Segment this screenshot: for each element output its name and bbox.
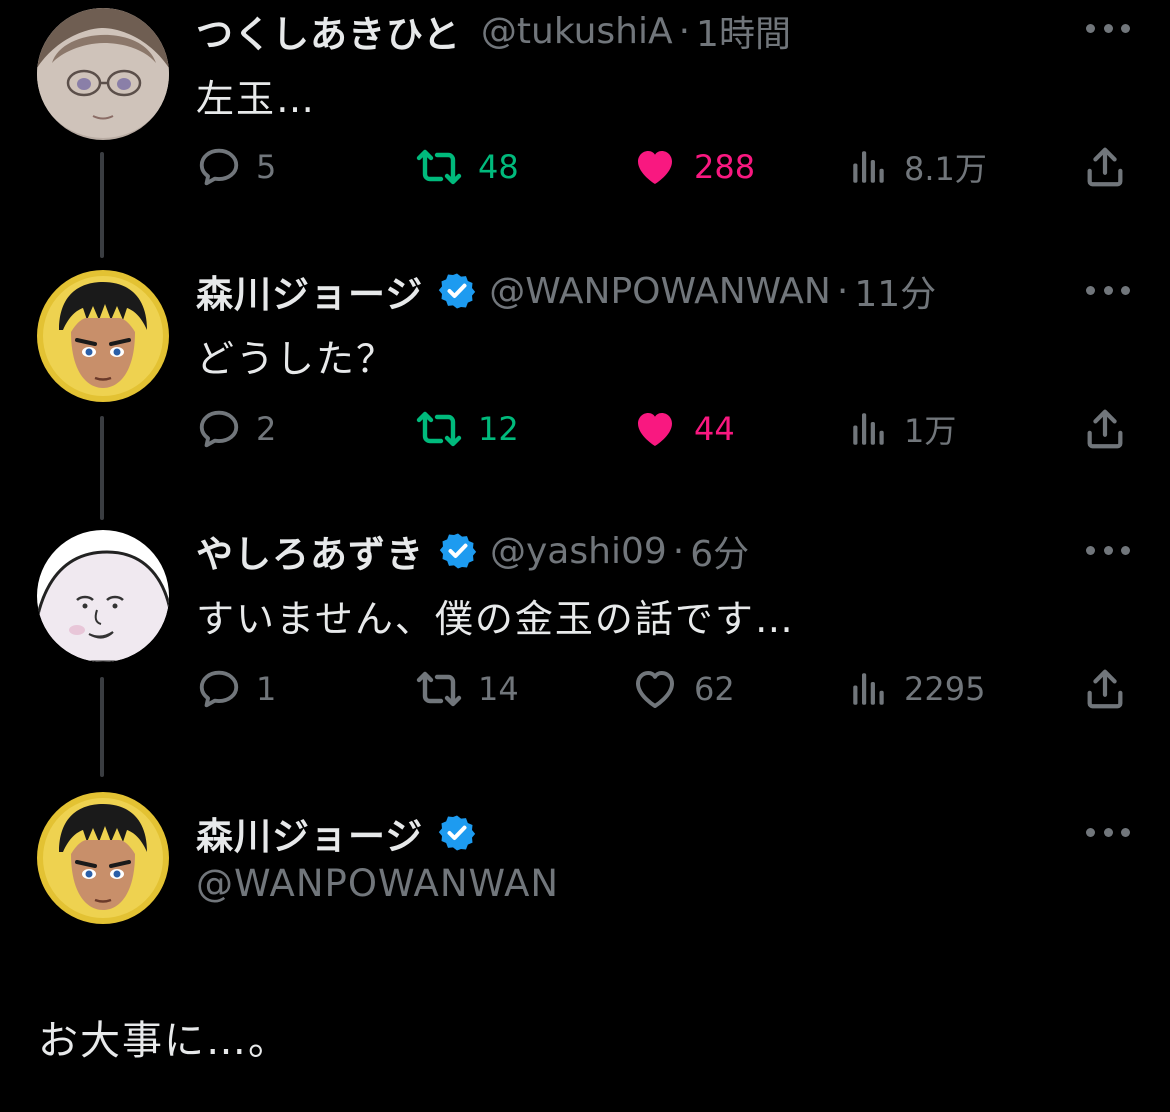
more-options-icon[interactable]	[1086, 826, 1130, 838]
timestamp[interactable]: 11分	[854, 265, 936, 317]
avatar[interactable]	[37, 270, 169, 402]
timestamp[interactable]: 1時間	[696, 5, 791, 57]
separator-dot: ·	[836, 270, 849, 312]
reply-icon	[196, 406, 242, 452]
reply-tweet[interactable]: やしろあずき @yashi09 · 6分 すいません、僕の金玉の話です… 1 1…	[0, 522, 1170, 780]
views-count: 1万	[904, 412, 957, 450]
share-button[interactable]	[1082, 404, 1128, 454]
tweet-header: つくしあきひと @tukushiA · 1時間	[196, 4, 791, 58]
share-button[interactable]	[1082, 664, 1128, 714]
retweet-count: 48	[478, 148, 519, 186]
views-count: 8.1万	[904, 150, 987, 188]
views-button[interactable]: 1万	[848, 404, 956, 454]
reply-count: 5	[256, 148, 277, 186]
reply-tweet[interactable]: つくしあきひと @tukushiA · 1時間 左玉… 5 48 288 8.1…	[0, 0, 1170, 258]
tweet-text: すいません、僕の金玉の話です…	[196, 597, 795, 641]
heart-filled-icon	[630, 143, 680, 191]
views-button[interactable]: 2295	[848, 664, 985, 714]
share-icon	[1082, 666, 1128, 712]
retweet-button[interactable]: 14	[414, 664, 519, 714]
views-icon	[848, 668, 890, 710]
display-name[interactable]: 森川ジョージ	[196, 264, 423, 318]
reply-button[interactable]: 2	[196, 404, 276, 454]
like-button[interactable]: 288	[630, 142, 755, 192]
reply-tweet[interactable]: 森川ジョージ @WANPOWANWAN · 11分 どうした？ 2 12 44 …	[0, 262, 1170, 520]
tweet-text: 左玉…	[196, 77, 317, 121]
like-count: 288	[694, 148, 756, 186]
verified-badge-icon	[438, 531, 478, 571]
display-name[interactable]: 森川ジョージ	[196, 806, 423, 860]
retweet-icon	[414, 665, 464, 713]
views-icon	[848, 146, 890, 188]
tweet-header: 森川ジョージ	[196, 808, 489, 858]
reply-button[interactable]: 1	[196, 664, 276, 714]
reply-button[interactable]: 5	[196, 142, 276, 192]
retweet-button[interactable]: 12	[414, 404, 519, 454]
share-icon	[1082, 144, 1128, 190]
like-count: 62	[694, 670, 735, 708]
more-options-icon[interactable]	[1086, 284, 1130, 296]
timestamp[interactable]: 6分	[690, 525, 749, 577]
display-name[interactable]: つくしあきひと	[196, 4, 461, 58]
avatar[interactable]	[37, 530, 169, 662]
retweet-count: 14	[478, 670, 519, 708]
like-count: 44	[694, 410, 735, 448]
verified-badge-icon	[437, 813, 477, 853]
like-button[interactable]: 62	[630, 664, 735, 714]
more-options-icon[interactable]	[1086, 22, 1130, 34]
action-bar: 1 14 62 2295	[196, 664, 1136, 714]
user-handle[interactable]: @yashi09	[490, 531, 667, 572]
more-options-icon[interactable]	[1086, 544, 1130, 556]
retweet-count: 12	[478, 410, 519, 448]
tweet-header: 森川ジョージ @WANPOWANWAN · 11分	[196, 264, 936, 318]
action-bar: 5 48 288 8.1万	[196, 142, 1136, 192]
verified-badge-icon	[437, 271, 477, 311]
reply-icon	[196, 666, 242, 712]
reply-count: 1	[256, 670, 277, 708]
like-button[interactable]: 44	[630, 404, 735, 454]
retweet-button[interactable]: 48	[414, 142, 519, 192]
avatar[interactable]	[37, 792, 169, 924]
avatar[interactable]	[37, 8, 169, 140]
retweet-icon	[414, 143, 464, 191]
views-count: 2295	[904, 670, 986, 708]
user-handle[interactable]: @WANPOWANWAN	[489, 271, 831, 312]
tweet-text: お大事に…。	[38, 1018, 290, 1064]
share-button[interactable]	[1082, 142, 1128, 192]
retweet-icon	[414, 405, 464, 453]
views-button[interactable]: 8.1万	[848, 142, 987, 192]
views-icon	[848, 408, 890, 450]
main-tweet: 森川ジョージ @WANPOWANWAN お大事に…。	[0, 784, 1170, 1104]
heart-filled-icon	[630, 405, 680, 453]
separator-dot: ·	[672, 530, 685, 572]
reply-icon	[196, 144, 242, 190]
user-handle[interactable]: @WANPOWANWAN	[196, 862, 559, 905]
display-name[interactable]: やしろあずき	[196, 524, 424, 578]
reply-count: 2	[256, 410, 277, 448]
heart-outline-icon	[630, 665, 680, 713]
action-bar: 2 12 44 1万	[196, 404, 1136, 454]
tweet-text: どうした？	[196, 337, 397, 381]
share-icon	[1082, 406, 1128, 452]
separator-dot: ·	[678, 10, 691, 52]
user-handle[interactable]: @tukushiA	[481, 11, 673, 52]
tweet-header: やしろあずき @yashi09 · 6分	[196, 524, 749, 578]
